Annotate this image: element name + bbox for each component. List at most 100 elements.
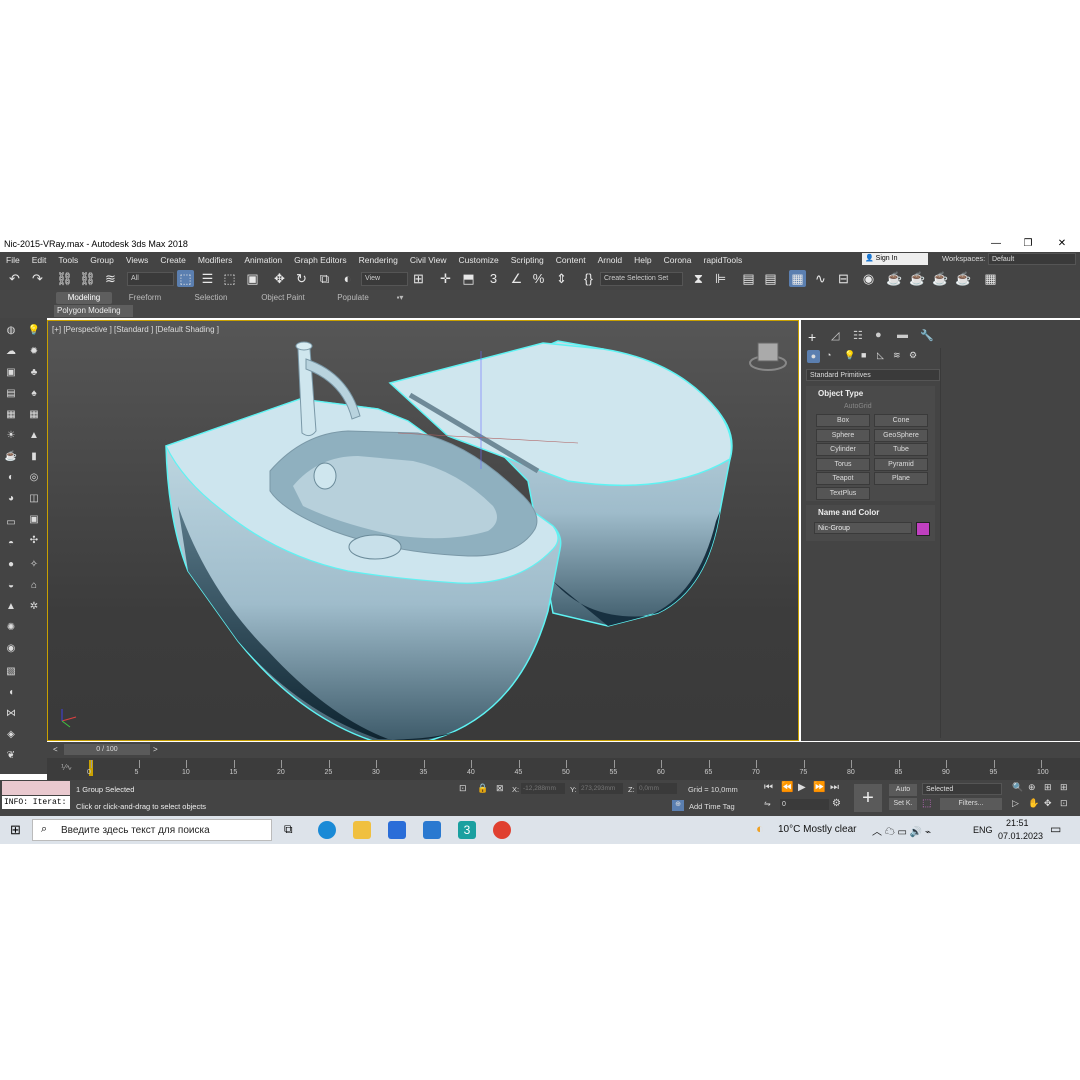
sphere-light-icon[interactable]: ●: [4, 558, 18, 572]
spot-icon[interactable]: ▲: [4, 600, 18, 614]
dome-icon[interactable]: ◓: [4, 537, 18, 551]
workspace-select[interactable]: Default: [988, 253, 1076, 265]
helpers-icon[interactable]: ◺: [877, 350, 884, 361]
pill-icon[interactable]: ◖: [4, 686, 18, 700]
toolbox-icon[interactable]: ⌂: [27, 579, 41, 593]
next-key-icon[interactable]: ⏩: [813, 782, 825, 793]
rotate-icon[interactable]: ↻: [293, 270, 310, 287]
create-geometry-icon[interactable]: ◍: [4, 324, 18, 338]
material-editor-icon[interactable]: ◉: [860, 270, 877, 287]
chrome-icon[interactable]: [493, 821, 511, 839]
menu-arnold[interactable]: Arnold: [592, 255, 629, 265]
modify-tab-icon[interactable]: ◿: [831, 329, 839, 342]
render-setup-icon[interactable]: ☕: [886, 270, 903, 287]
box-button[interactable]: Box: [816, 414, 870, 427]
create-tab-icon[interactable]: +: [808, 329, 816, 345]
scale-icon[interactable]: ⧉: [316, 270, 333, 287]
spacewarps-icon[interactable]: ≋: [893, 350, 901, 361]
placement-icon[interactable]: ◐: [339, 270, 356, 287]
camera-icon[interactable]: ▲: [27, 429, 41, 443]
menu-graph-editors[interactable]: Graph Editors: [288, 255, 352, 265]
absolute-mode-icon[interactable]: ⊠: [496, 783, 504, 794]
sphere-button[interactable]: Sphere: [816, 429, 870, 442]
tube-button[interactable]: Tube: [874, 443, 928, 456]
autogrid-checkbox[interactable]: AutoGrid: [844, 403, 872, 410]
particle-icon[interactable]: ✣: [27, 534, 41, 548]
menu-scripting[interactable]: Scripting: [505, 255, 550, 265]
window-crossing-icon[interactable]: ▣: [244, 270, 261, 287]
sun-icon[interactable]: ✹: [27, 345, 41, 359]
cylinder-button[interactable]: Cylinder: [816, 443, 870, 456]
textplus-button[interactable]: TextPlus: [816, 487, 870, 500]
light-icon[interactable]: ✲: [27, 600, 41, 614]
selection-filter-select[interactable]: All: [127, 272, 174, 286]
utilities-tab-icon[interactable]: 🔧: [920, 329, 934, 342]
goto-end-icon[interactable]: ⏭: [830, 782, 839, 793]
teapot-button[interactable]: Teapot: [816, 472, 870, 485]
maxscript-output[interactable]: INFO: Iterat:: [2, 796, 70, 809]
cameras-icon[interactable]: ■: [861, 350, 866, 360]
key-mode-icon[interactable]: ⇋: [764, 799, 771, 808]
render-production-icon[interactable]: ☕: [932, 270, 949, 287]
viewcube-icon[interactable]: [749, 342, 787, 371]
menu-views[interactable]: Views: [120, 255, 155, 265]
menu-customize[interactable]: Customize: [453, 255, 505, 265]
primitive-type-select[interactable]: Standard Primitives: [806, 369, 940, 381]
snaps-3d-icon[interactable]: 3: [485, 270, 502, 287]
zoom-icon[interactable]: 🔍: [1012, 782, 1023, 793]
z-coordinate-field[interactable]: 0,0mm: [637, 783, 677, 794]
edge-icon[interactable]: [318, 821, 336, 839]
menu-rapidtools[interactable]: rapidTools: [698, 255, 749, 265]
y-coordinate-field[interactable]: 273,293mm: [579, 783, 623, 794]
weather-icon[interactable]: ◐: [756, 821, 764, 836]
key-tangent-icon[interactable]: ⬚: [922, 798, 931, 809]
time-slider[interactable]: < 0 / 100 >: [47, 742, 1080, 758]
grid-icon[interactable]: ▦: [27, 408, 41, 422]
pivot-icon[interactable]: ⊞: [410, 270, 427, 287]
curve-toggle-icon[interactable]: ⅟∿: [61, 763, 72, 772]
current-frame-field[interactable]: 0: [780, 799, 829, 810]
signin-button[interactable]: 👤 Sign In: [862, 253, 928, 265]
tab-selection[interactable]: Selection: [186, 292, 236, 304]
taskbar-search[interactable]: ⌕ Введите здесь текст для поиска: [32, 819, 272, 841]
proxy-icon[interactable]: ▤: [4, 387, 18, 401]
wire-icon[interactable]: ⋈: [4, 707, 18, 721]
tab-freeform[interactable]: Freeform: [120, 292, 170, 304]
render-iterative-icon[interactable]: ☕: [955, 270, 972, 287]
frame-counter[interactable]: 0 / 100: [64, 744, 150, 755]
menu-corona[interactable]: Corona: [658, 255, 698, 265]
clock-date[interactable]: 07.01.2023: [998, 831, 1043, 841]
maxscript-listener-input[interactable]: [2, 781, 70, 795]
drop-icon[interactable]: ◈: [4, 728, 18, 742]
input-language[interactable]: ENG: [973, 825, 993, 835]
lights-icon[interactable]: 💡: [844, 350, 855, 361]
play-icon[interactable]: ▶: [798, 782, 806, 793]
plane-icon[interactable]: ▭: [4, 516, 18, 530]
target-icon[interactable]: ◎: [27, 471, 41, 485]
weather-text[interactable]: 10°C Mostly clear: [778, 824, 856, 835]
named-selection-set-select[interactable]: Create Selection Set: [600, 272, 683, 286]
select-manipulate-icon[interactable]: ✛: [437, 270, 454, 287]
tray-icons[interactable]: ︿ ☁ ▭ 🔊 ⌁: [872, 823, 931, 838]
notifications-icon[interactable]: ▭: [1050, 822, 1061, 836]
clock-time[interactable]: 21:51: [1006, 818, 1029, 828]
toggle-ribbon-icon[interactable]: ▦: [789, 270, 806, 287]
key-filters-button[interactable]: Filters...: [940, 798, 1002, 810]
tab-modeling[interactable]: Modeling: [56, 292, 112, 304]
teapot-icon[interactable]: ☕: [4, 450, 18, 464]
set-key-button[interactable]: Set K.: [889, 798, 917, 810]
file-explorer-icon[interactable]: [353, 821, 371, 839]
display-tab-icon[interactable]: ▬: [897, 329, 908, 341]
systems-icon[interactable]: ⚙: [909, 350, 917, 361]
torus-button[interactable]: Torus: [816, 458, 870, 471]
store-icon[interactable]: [388, 821, 406, 839]
auto-key-button[interactable]: Auto: [889, 784, 917, 796]
rect-selection-icon[interactable]: ⬚: [221, 270, 238, 287]
pan-icon[interactable]: ✋: [1028, 798, 1039, 809]
zoom-extents-icon[interactable]: ⊞: [1044, 782, 1052, 793]
tab-populate[interactable]: Populate: [330, 292, 376, 304]
perspective-viewport[interactable]: [+] [Perspective ] [Standard ] [Default …: [47, 320, 799, 741]
menu-help[interactable]: Help: [628, 255, 657, 265]
zoom-all-icon[interactable]: ⊕: [1028, 782, 1036, 793]
create-light-icon[interactable]: 💡: [27, 324, 41, 338]
